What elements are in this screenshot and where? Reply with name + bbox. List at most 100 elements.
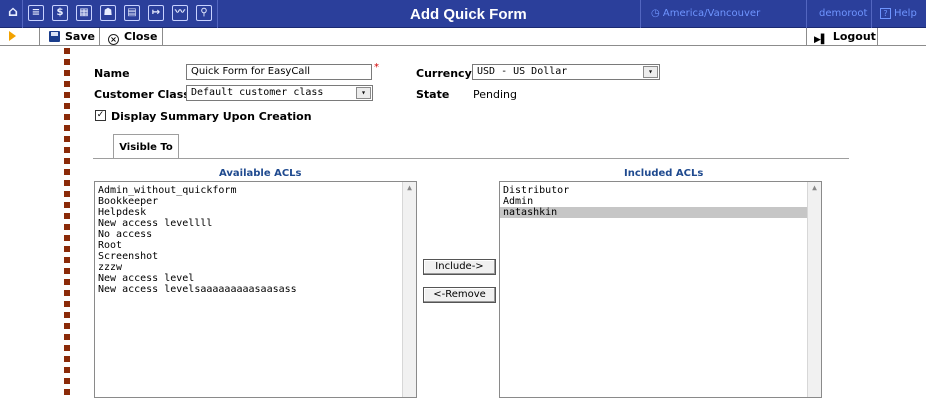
list-item[interactable]: Admin_without_quickform <box>95 185 402 196</box>
available-acls-list[interactable]: Admin_without_quickform Bookkeeper Helpdes… <box>94 181 417 398</box>
include-button[interactable]: Include-> <box>423 259 496 275</box>
dash-segment <box>64 213 70 219</box>
person-icon[interactable]: ☗ <box>100 5 116 21</box>
dash-segment <box>64 323 70 329</box>
divider <box>162 28 163 45</box>
dash-segment <box>64 257 70 263</box>
list-item[interactable]: Admin <box>500 196 807 207</box>
top-navigation-bar: ⌂ ≡ $ ▦ ☗ ▤ ↦ 〰 ⚲ Add Quick Form ◷ Ameri… <box>0 0 926 28</box>
included-acls-title: Included ACLs <box>624 168 704 179</box>
close-label: Close <box>124 30 158 43</box>
dash-segment <box>64 235 70 241</box>
toggle-arrow-icon[interactable] <box>9 31 16 41</box>
dash-segment <box>64 81 70 87</box>
dash-segment <box>64 345 70 351</box>
divider <box>871 0 872 28</box>
dash-segment <box>64 290 70 296</box>
dollar-icon[interactable]: $ <box>52 5 68 21</box>
currency-select[interactable]: USD - US Dollar ▾ <box>472 64 660 80</box>
remove-button[interactable]: <-Remove <box>423 287 496 303</box>
close-icon: × <box>108 34 119 45</box>
dash-segment <box>64 114 70 120</box>
list-item[interactable]: zzzw <box>95 262 402 273</box>
required-marker: * <box>374 62 379 73</box>
grid-icon[interactable]: ▦ <box>76 5 92 21</box>
help-link[interactable]: ? Help <box>880 8 917 19</box>
scroll-up-icon[interactable]: ▲ <box>810 184 819 192</box>
chart-icon[interactable]: 〰 <box>172 5 188 21</box>
search-icon[interactable]: ⚲ <box>196 5 212 21</box>
list-item[interactable]: natashkin <box>500 207 807 218</box>
divider <box>99 28 100 45</box>
user-link[interactable]: demoroot <box>819 8 867 19</box>
dash-segment <box>64 334 70 340</box>
dash-segment <box>64 136 70 142</box>
dash-segment <box>64 92 70 98</box>
logout-label: Logout <box>832 30 876 43</box>
scrollbar[interactable]: ▲ <box>402 182 416 397</box>
dash-segment <box>64 125 70 131</box>
divider <box>640 0 641 28</box>
dash-segment <box>64 103 70 109</box>
close-button[interactable]: × Close <box>108 30 158 45</box>
dash-segment <box>64 48 70 54</box>
state-value: Pending <box>473 88 517 101</box>
divider <box>22 0 23 28</box>
name-input[interactable]: Quick Form for EasyCall <box>186 64 372 80</box>
divider <box>806 28 807 45</box>
scrollbar[interactable]: ▲ <box>807 182 821 397</box>
list-item[interactable]: Root <box>95 240 402 251</box>
logout-button[interactable]: ▶▌ Logout <box>814 30 876 45</box>
list-item[interactable]: Bookkeeper <box>95 196 402 207</box>
dash-segment <box>64 312 70 318</box>
dash-segment <box>64 70 70 76</box>
tab-visible-to[interactable]: Visible To <box>113 134 179 159</box>
display-summary-checkbox[interactable]: ✓ <box>95 110 106 121</box>
dash-segment <box>64 389 70 395</box>
available-acls-title: Available ACLs <box>219 168 302 179</box>
list-item[interactable]: Screenshot <box>95 251 402 262</box>
included-acls-list[interactable]: Distributor Admin natashkin ▲ <box>499 181 822 398</box>
dash-segment <box>64 224 70 230</box>
timezone-link[interactable]: ◷ America/Vancouver <box>651 8 760 19</box>
toolbar: Save × Close ▶▌ Logout <box>0 28 926 46</box>
state-label: State <box>416 88 450 101</box>
dash-segment <box>64 158 70 164</box>
timezone-text: America/Vancouver <box>662 8 761 19</box>
logout-icon: ▶▌ <box>814 35 828 45</box>
layout-icon[interactable]: ▤ <box>124 5 140 21</box>
list-item[interactable]: New access levelsaaaaaaaaasaasass <box>95 284 402 295</box>
save-icon <box>49 31 60 42</box>
save-label: Save <box>65 30 95 43</box>
dash-segment <box>64 169 70 175</box>
scroll-up-icon[interactable]: ▲ <box>405 184 414 192</box>
list-item[interactable]: No access <box>95 229 402 240</box>
currency-label: Currency <box>416 67 472 80</box>
display-summary-label: Display Summary Upon Creation <box>111 110 312 123</box>
dash-segment <box>64 378 70 384</box>
currency-value: USD - US Dollar <box>477 66 568 77</box>
customer-class-select[interactable]: Default customer class ▾ <box>186 85 373 101</box>
dash-segment <box>64 356 70 362</box>
home-icon[interactable]: ⌂ <box>5 5 21 21</box>
dash-segment <box>64 59 70 65</box>
menu-icon[interactable]: ≡ <box>28 5 44 21</box>
divider <box>877 28 878 45</box>
list-item[interactable]: Distributor <box>500 185 807 196</box>
list-item[interactable]: Helpdesk <box>95 207 402 218</box>
divider <box>217 0 218 28</box>
list-item[interactable]: New access levellll <box>95 218 402 229</box>
help-icon: ? <box>880 8 891 19</box>
customer-class-label: Customer Class <box>94 88 190 101</box>
help-label: Help <box>894 8 917 19</box>
name-label: Name <box>94 67 130 80</box>
customer-class-value: Default customer class <box>191 87 324 98</box>
dash-segment <box>64 202 70 208</box>
dash-segment <box>64 191 70 197</box>
dash-segment <box>64 367 70 373</box>
export-icon[interactable]: ↦ <box>148 5 164 21</box>
dash-segment <box>64 279 70 285</box>
save-button[interactable]: Save <box>49 30 95 44</box>
tab-divider <box>93 158 849 159</box>
list-item[interactable]: New access level <box>95 273 402 284</box>
